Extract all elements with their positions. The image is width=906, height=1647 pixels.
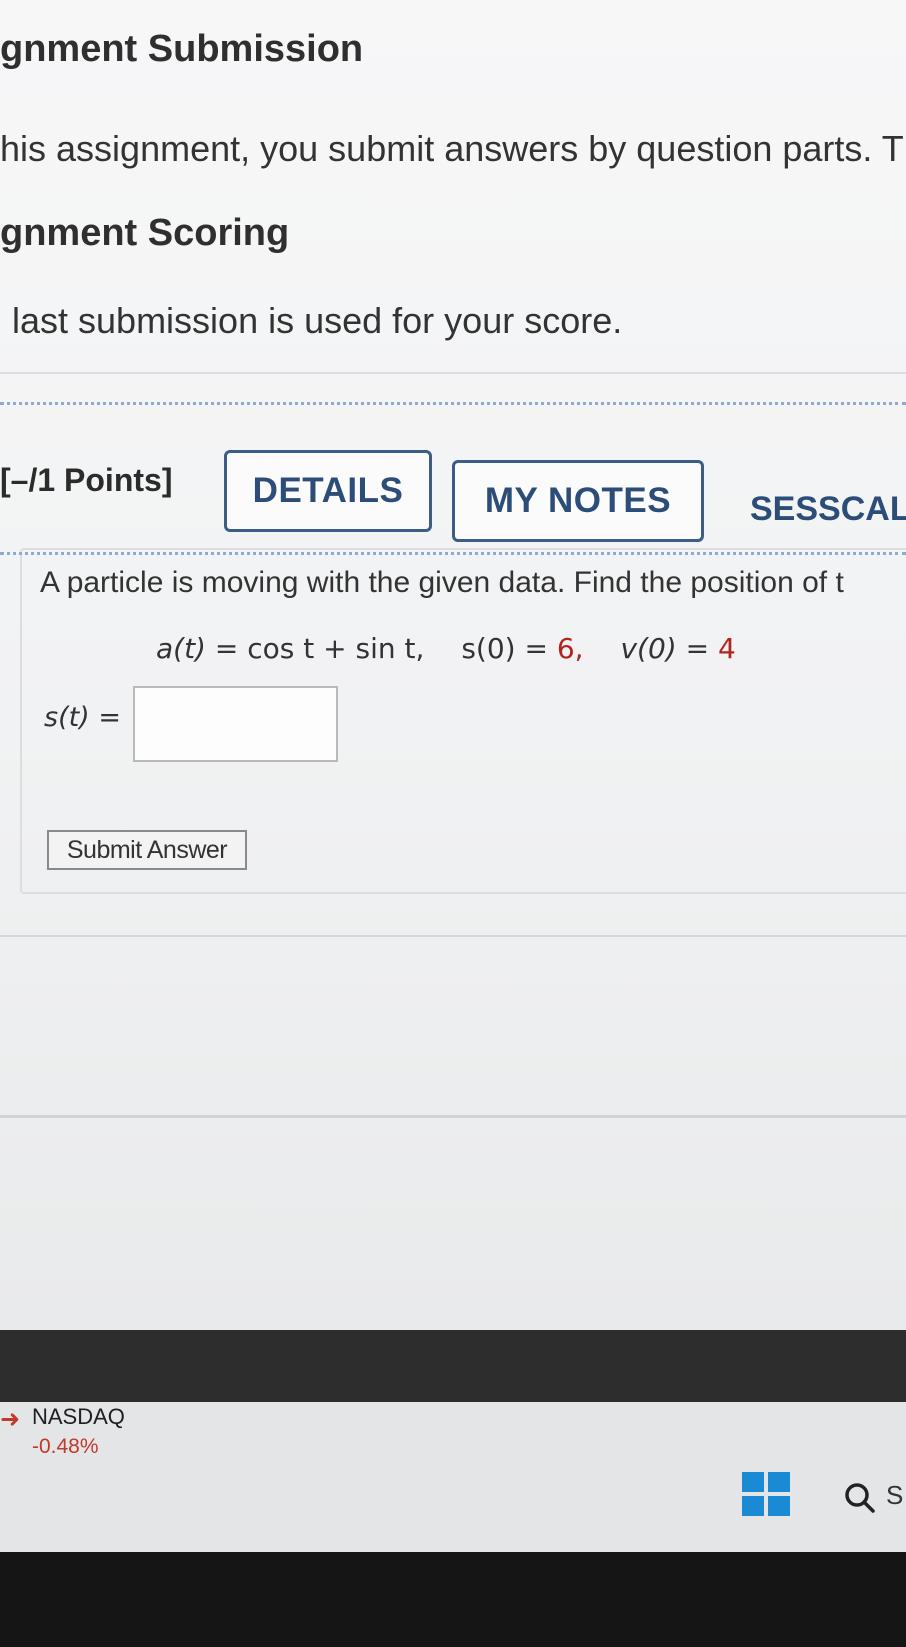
initial-velocity-value: 4 [717,632,736,665]
scoring-heading: gnment Scoring [0,212,290,254]
question-header-border [0,552,906,555]
submission-description: his assignment, you submit answers by qu… [0,128,904,169]
scoring-description: last submission is used for your score. [12,300,623,341]
acceleration-rhs: = cos t + sin t, [214,632,425,665]
desk-background [0,1552,906,1647]
monitor-bezel [0,1330,906,1402]
section-divider [0,372,906,374]
initial-velocity-lhs: v(0) [620,632,677,665]
question-prompt: A particle is moving with the given data… [40,566,844,599]
initial-velocity-eq: = [685,632,710,665]
my-notes-button[interactable]: MY NOTES [452,460,704,542]
trend-down-icon: ➜ [0,1406,21,1433]
page-bottom-divider [0,1115,906,1118]
content-divider [0,935,906,937]
acceleration-lhs: a(t) [156,632,206,665]
given-data-equation: a(t) = cos t + sin t, s(0) = 6, v(0) = 4 [156,632,736,665]
initial-position-eq: = [524,632,548,665]
initial-position-value: 6, [556,632,584,665]
search-icon[interactable] [840,1478,880,1518]
answer-label-equals: = [98,702,121,733]
stock-widget-change: -0.48% [32,1435,99,1458]
taskbar-search-text[interactable]: S [886,1480,903,1511]
assignment-page: gnment Submission his assignment, you su… [0,0,906,1330]
question-source-label: SESSCAL [750,490,906,528]
windows-logo-icon[interactable] [742,1472,790,1516]
answer-label-variable: s(t) [44,702,90,733]
submission-heading: gnment Submission [0,28,364,70]
stock-widget-name[interactable]: NASDAQ [32,1404,125,1430]
answer-label: s(t) = [44,702,121,733]
submit-answer-button[interactable]: Submit Answer [47,830,247,870]
position-answer-input[interactable] [133,686,338,762]
details-button[interactable]: DETAILS [224,450,432,532]
initial-position-lhs: s(0) [461,632,516,665]
question-points: [–/1 Points] [0,462,173,498]
question-top-border [0,402,906,405]
